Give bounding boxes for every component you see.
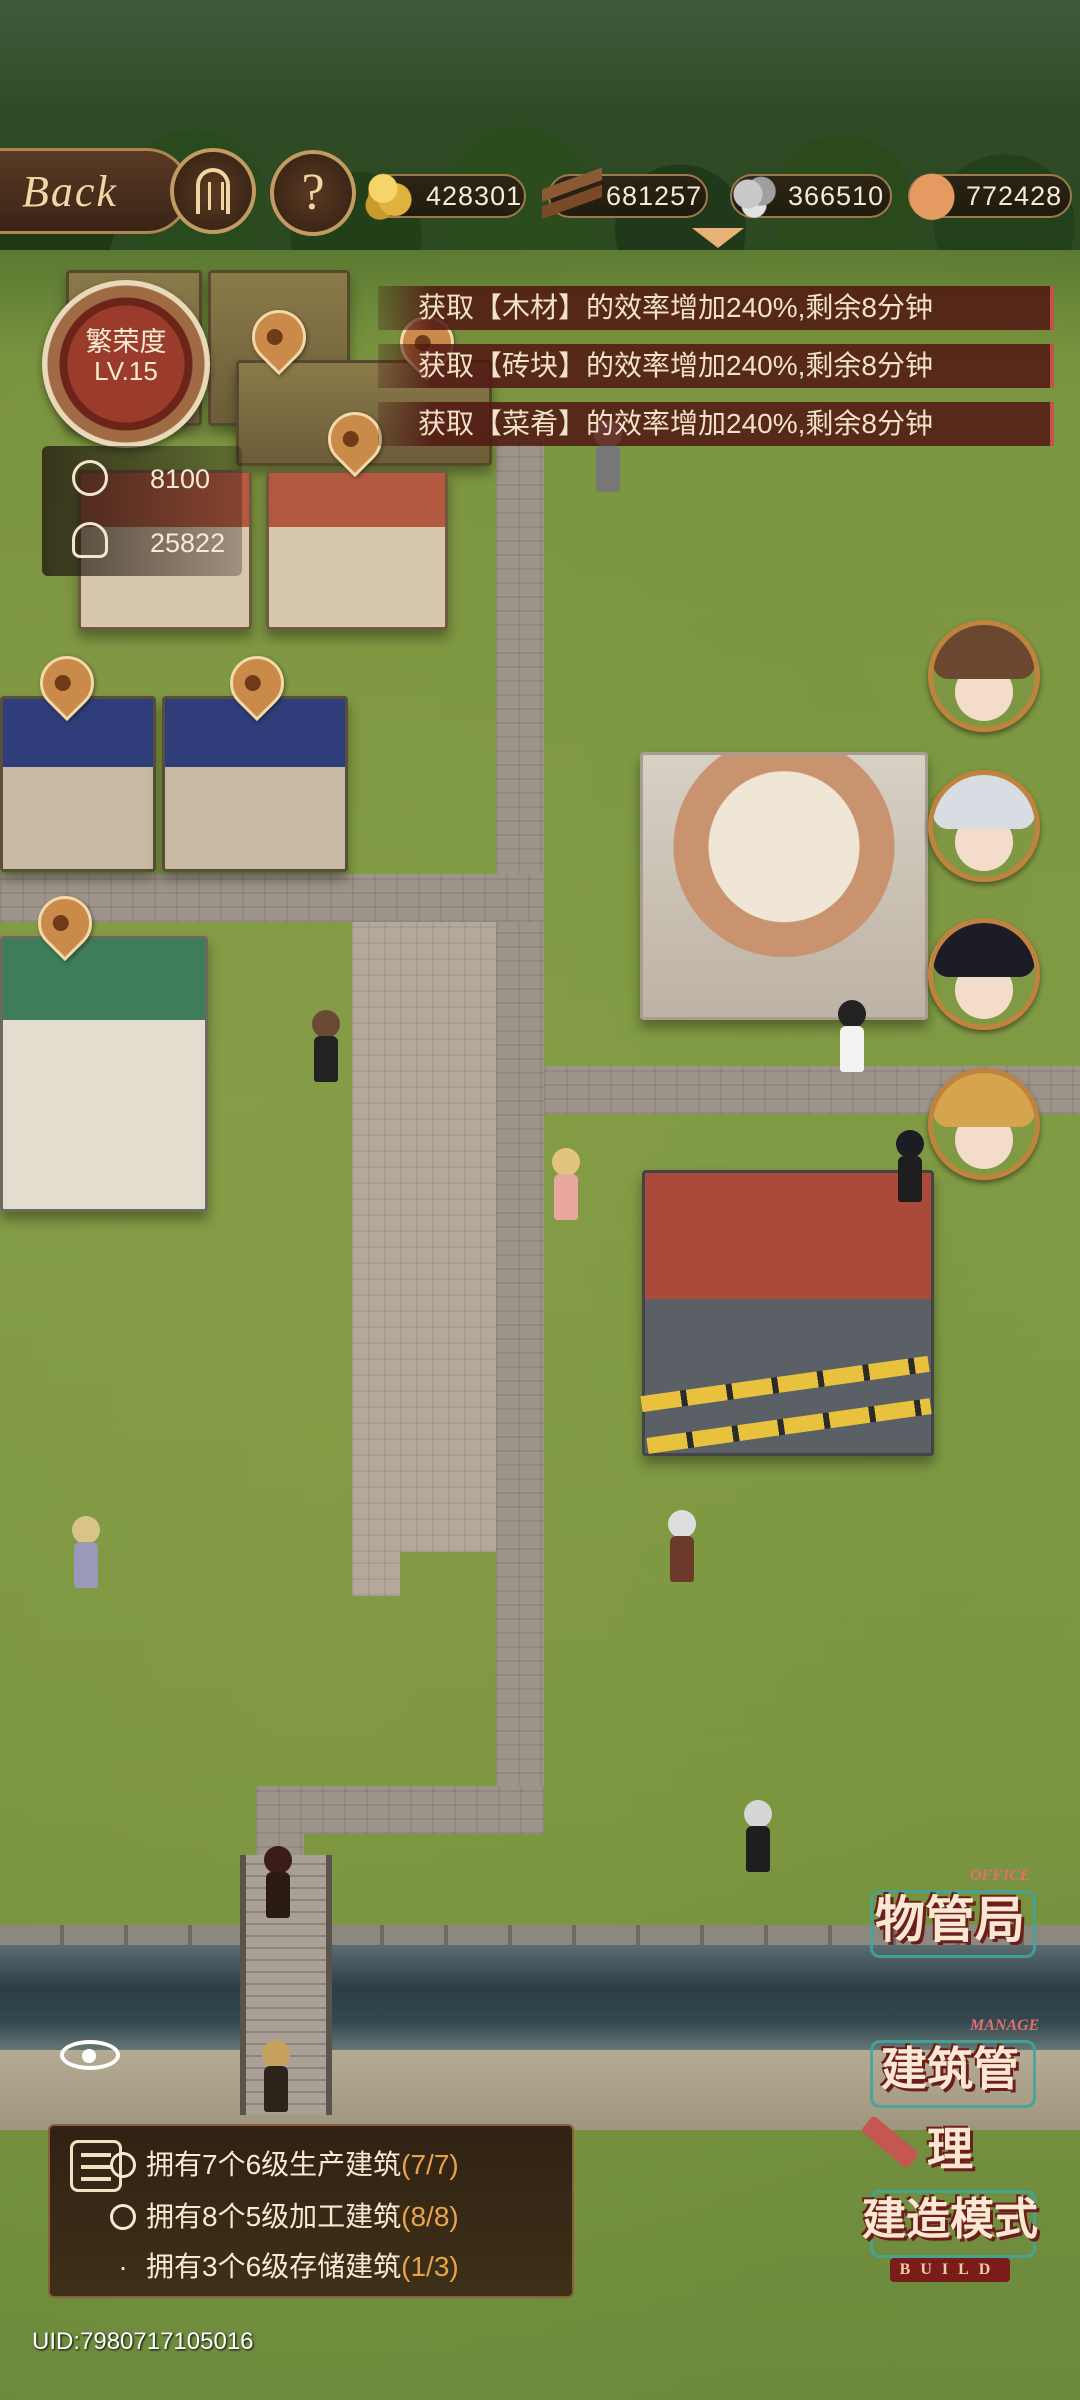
chevron-down-icon[interactable]	[692, 228, 744, 248]
npc-character[interactable]	[306, 1010, 346, 1090]
office-button[interactable]: OFFICE 物管局	[860, 1867, 1040, 1960]
stats-panel: 8100 25822	[42, 446, 242, 576]
npc-character[interactable]	[890, 1130, 930, 1210]
check-circle-icon	[110, 2151, 136, 2178]
quest-item: 拥有8个5级加工建筑(8/8)	[110, 2194, 520, 2240]
help-button[interactable]: ?	[270, 150, 356, 236]
manage-sub-label: MANAGE	[970, 2017, 1040, 2034]
npc-character[interactable]	[546, 1148, 586, 1228]
eye-icon[interactable]	[60, 2040, 120, 2070]
resource-food[interactable]: 772428	[902, 166, 1072, 222]
stone-plaza-step	[352, 1552, 400, 1596]
back-label: Back	[22, 167, 118, 216]
build-label: 建造模式	[862, 2195, 1038, 2244]
office-label: 物管局	[875, 1892, 1025, 1948]
coin-value: 428301	[426, 181, 523, 211]
character-portrait[interactable]	[928, 918, 1040, 1030]
stone-plaza	[352, 922, 496, 1552]
people-icon	[72, 522, 108, 558]
npc-character[interactable]	[832, 1000, 872, 1080]
office-sub-label: OFFICE	[970, 1867, 1031, 1884]
prosperity-level: LV.15	[94, 356, 158, 386]
buff-notice-wood: 获取【木材】的效率增加240%,剩余8分钟	[378, 286, 1054, 330]
cinema-building[interactable]	[640, 752, 928, 1020]
coin-icon	[362, 166, 422, 222]
quest-item: · 拥有3个6级存储建筑(1/3)	[110, 2244, 520, 2290]
road-vertical-main	[496, 440, 544, 1830]
restaurant-building-2[interactable]	[162, 696, 348, 872]
quest-text: 拥有3个6级存储建筑	[146, 2251, 402, 2282]
buff-notice-brick: 获取【砖块】的效率增加240%,剩余8分钟	[378, 344, 1054, 388]
quest-progress: (8/8)	[401, 2201, 459, 2232]
mansion-building[interactable]	[0, 936, 208, 1212]
npc-character[interactable]	[258, 1846, 298, 1926]
build-badge: BUILD	[890, 2258, 1010, 2282]
storage-building-2[interactable]	[266, 470, 448, 630]
gate-icon	[196, 168, 230, 214]
uid-label: UID:7980717105016	[32, 2328, 254, 2355]
brick-value: 366510	[788, 181, 885, 211]
character-portrait[interactable]	[928, 770, 1040, 882]
medal-icon	[72, 460, 108, 496]
buff-notice-food: 获取【菜肴】的效率增加240%,剩余8分钟	[378, 402, 1054, 446]
gate-button[interactable]	[170, 148, 256, 234]
resource-brick[interactable]: 366510	[724, 166, 892, 222]
resource-coin[interactable]: 428301	[362, 166, 526, 222]
quest-text: 拥有7个6级生产建筑	[146, 2149, 402, 2180]
quest-text: 拥有8个5级加工建筑	[146, 2201, 402, 2232]
help-icon: ?	[301, 164, 325, 221]
prosperity-badge[interactable]: 繁荣度 LV.15	[42, 280, 210, 448]
wood-value: 681257	[606, 181, 703, 211]
food-value: 772428	[966, 181, 1063, 211]
medal-score: 8100	[150, 464, 211, 494]
quest-item: 拥有7个6级生产建筑(7/7)	[110, 2142, 520, 2188]
build-mode-button[interactable]: 建造模式 BUILD	[860, 2115, 1040, 2282]
resource-wood[interactable]: 681257	[542, 166, 708, 222]
wood-icon	[542, 166, 602, 222]
building-manage-button[interactable]: MANAGE 建筑管理	[860, 2017, 1040, 2175]
npc-character[interactable]	[662, 1510, 702, 1590]
brick-icon	[724, 166, 784, 222]
restaurant-building-1[interactable]	[0, 696, 156, 872]
back-button[interactable]: Back	[0, 148, 190, 234]
quest-progress: (7/7)	[401, 2149, 459, 2180]
character-portrait[interactable]	[928, 1068, 1040, 1180]
quest-progress: (1/3)	[401, 2251, 459, 2282]
character-portrait[interactable]	[928, 620, 1040, 732]
npc-character[interactable]	[738, 1800, 778, 1880]
bullet-dot: ·	[118, 2251, 128, 2282]
check-circle-icon	[110, 2203, 136, 2230]
npc-character[interactable]	[66, 1516, 106, 1596]
prosperity-title: 繁荣度	[85, 327, 167, 357]
population-count: 25822	[150, 528, 226, 558]
food-icon	[902, 166, 962, 222]
npc-character[interactable]	[256, 2040, 296, 2120]
